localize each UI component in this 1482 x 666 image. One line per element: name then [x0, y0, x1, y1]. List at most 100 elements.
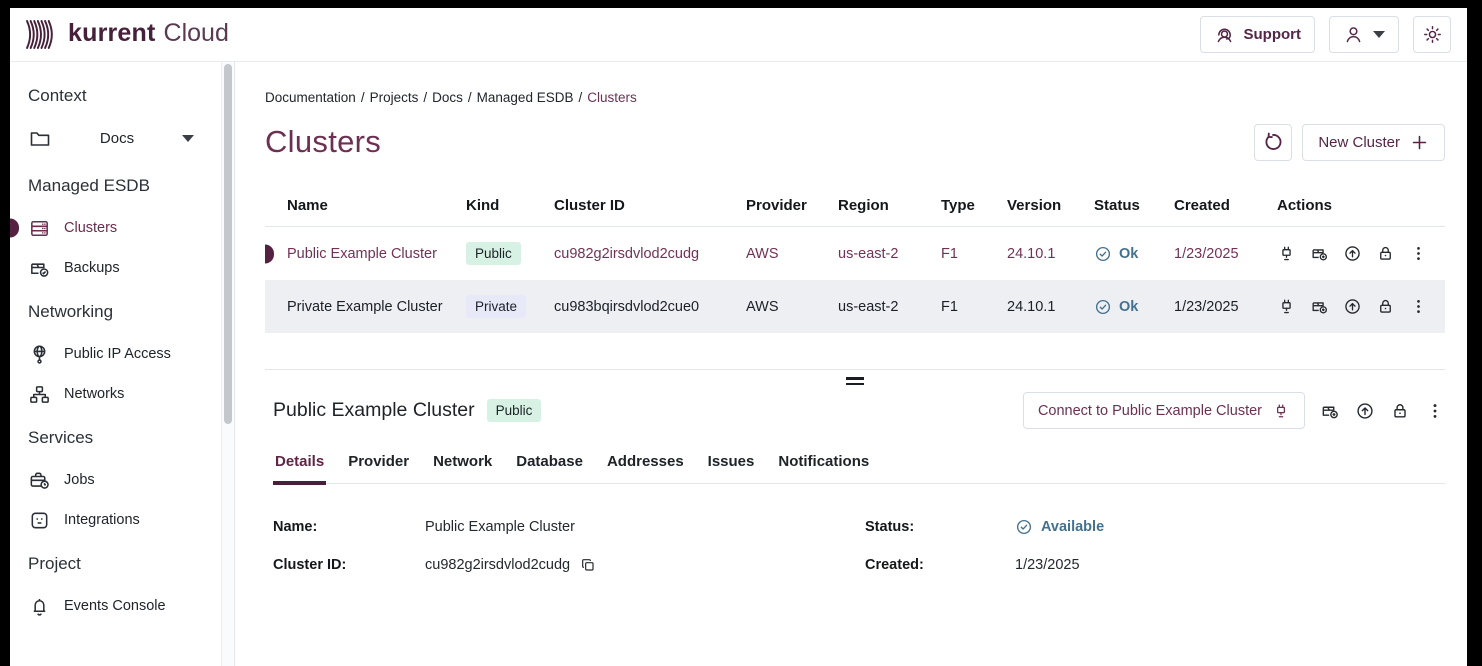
sidebar-scrollbar-thumb[interactable] [224, 64, 232, 424]
cell-type: F1 [941, 246, 1007, 262]
column-header-actions: Actions [1265, 197, 1340, 214]
cell-region: us-east-2 [838, 246, 941, 262]
box-check-icon [28, 257, 51, 280]
sidebar-scrollbar[interactable] [221, 62, 233, 666]
connect-icon[interactable] [1277, 297, 1296, 316]
sidebar-item-events-console[interactable]: Events Console [10, 586, 234, 626]
sidebar-section-networking: Networking [10, 302, 234, 322]
connect-icon[interactable] [1277, 244, 1296, 263]
sidebar-item-networks[interactable]: Networks [10, 374, 234, 414]
sun-icon [1422, 24, 1443, 45]
headset-icon [1214, 24, 1235, 45]
breadcrumb-separator: / [423, 90, 427, 105]
column-header-region: Region [838, 197, 941, 214]
theme-toggle-button[interactable] [1413, 16, 1451, 53]
column-header-created: Created [1174, 197, 1265, 214]
copy-icon[interactable] [580, 557, 596, 573]
panel-kind-badge: Public [487, 399, 542, 422]
circle-up-arrow-icon[interactable] [1343, 297, 1362, 316]
table-row[interactable]: Public Example Cluster Public cu982g2irs… [265, 227, 1445, 280]
outlet-icon [28, 509, 51, 532]
new-cluster-button[interactable]: New Cluster [1302, 124, 1445, 161]
tab-notifications[interactable]: Notifications [776, 447, 871, 483]
sidebar-item-label: Public IP Access [64, 346, 171, 362]
kebab-menu-icon[interactable] [1409, 244, 1428, 263]
check-circle-icon [1094, 245, 1112, 263]
connect-label: Connect to Public Example Cluster [1038, 403, 1262, 419]
sidebar-item-clusters[interactable]: Clusters [10, 208, 234, 248]
sidebar-item-label: Networks [64, 386, 124, 402]
user-menu-button[interactable] [1329, 16, 1399, 53]
tab-addresses[interactable]: Addresses [605, 447, 686, 483]
breadcrumb-item[interactable]: Docs [432, 90, 463, 105]
tab-provider[interactable]: Provider [346, 447, 411, 483]
sidebar-item-integrations[interactable]: Integrations [10, 500, 234, 540]
kebab-menu-icon[interactable] [1425, 401, 1445, 421]
brand-suffix: Cloud [164, 19, 229, 48]
sidebar-item-jobs[interactable]: Jobs [10, 460, 234, 500]
details-fields: Name: Public Example Cluster Status: Ava… [273, 518, 1445, 573]
column-header-type: Type [941, 197, 1007, 214]
person-icon [1343, 24, 1364, 45]
kind-badge: Public [466, 242, 521, 265]
sound-waves-icon [24, 19, 60, 50]
sidebar-item-public-ip-access[interactable]: Public IP Access [10, 334, 234, 374]
chevron-down-icon [182, 135, 194, 142]
sidebar-section-project: Project [10, 554, 234, 574]
sidebar-section-managed-esdb: Managed ESDB [10, 176, 234, 196]
kurrent-cloud-logo[interactable]: kurrent Cloud [24, 19, 229, 50]
tab-database[interactable]: Database [514, 447, 585, 483]
breadcrumb-item[interactable]: Managed ESDB [477, 90, 574, 105]
tab-network[interactable]: Network [431, 447, 494, 483]
plug-icon [1272, 402, 1290, 420]
field-label-name: Name: [273, 519, 425, 535]
status-badge: Ok [1119, 246, 1138, 262]
circle-up-arrow-icon[interactable] [1355, 401, 1375, 421]
breadcrumb-item[interactable]: Projects [370, 90, 419, 105]
breadcrumb-separator: / [578, 90, 582, 105]
sidebar-item-label: Events Console [64, 598, 166, 614]
field-value-name: Public Example Cluster [425, 519, 865, 535]
tab-details[interactable]: Details [273, 447, 326, 483]
field-label-created: Created: [865, 557, 1015, 573]
tab-issues[interactable]: Issues [706, 447, 757, 483]
backup-add-icon[interactable] [1320, 401, 1340, 421]
refresh-button[interactable] [1254, 124, 1292, 161]
column-header-kind: Kind [466, 197, 554, 214]
cluster-detail-panel: Public Example Cluster Public Connect to… [265, 392, 1445, 573]
folder-icon [28, 126, 52, 150]
status-badge: Ok [1119, 299, 1138, 315]
top-header: kurrent Cloud Support [10, 8, 1467, 62]
kebab-menu-icon[interactable] [1409, 297, 1428, 316]
cell-created: 1/23/2025 [1174, 299, 1265, 315]
kind-badge: Private [466, 295, 526, 318]
breadcrumb-item-current: Clusters [587, 90, 637, 105]
circle-up-arrow-icon[interactable] [1343, 244, 1362, 263]
sidebar-item-label: Integrations [64, 512, 140, 528]
org-chart-icon [28, 383, 51, 406]
server-stack-icon [28, 217, 51, 240]
context-selector[interactable]: Docs [10, 118, 234, 158]
brand-name: kurrent [68, 19, 156, 48]
lock-icon[interactable] [1376, 244, 1395, 263]
cell-cluster-id: cu982g2irsdvlod2cudg [554, 246, 746, 262]
table-header-row: Name Kind Cluster ID Provider Region Typ… [265, 185, 1445, 227]
table-row[interactable]: Private Example Cluster Private cu983bqi… [265, 280, 1445, 333]
panel-divider [265, 369, 1445, 370]
breadcrumb-separator: / [468, 90, 472, 105]
panel-tabs: Details Provider Network Database Addres… [273, 447, 1445, 484]
resize-drag-handle[interactable] [846, 377, 864, 388]
support-button[interactable]: Support [1200, 16, 1316, 53]
backup-add-icon[interactable] [1310, 244, 1329, 263]
sidebar: Context Docs Managed ESDB [10, 62, 235, 666]
backup-add-icon[interactable] [1310, 297, 1329, 316]
lock-icon[interactable] [1376, 297, 1395, 316]
breadcrumb-item[interactable]: Documentation [265, 90, 356, 105]
column-header-status: Status [1094, 197, 1174, 214]
sidebar-section-context: Context [10, 86, 234, 106]
sidebar-item-backups[interactable]: Backups [10, 248, 234, 288]
column-header-cluster-id: Cluster ID [554, 197, 746, 214]
lock-icon[interactable] [1390, 401, 1410, 421]
connect-to-cluster-button[interactable]: Connect to Public Example Cluster [1023, 392, 1305, 429]
sidebar-item-label: Backups [64, 260, 120, 276]
